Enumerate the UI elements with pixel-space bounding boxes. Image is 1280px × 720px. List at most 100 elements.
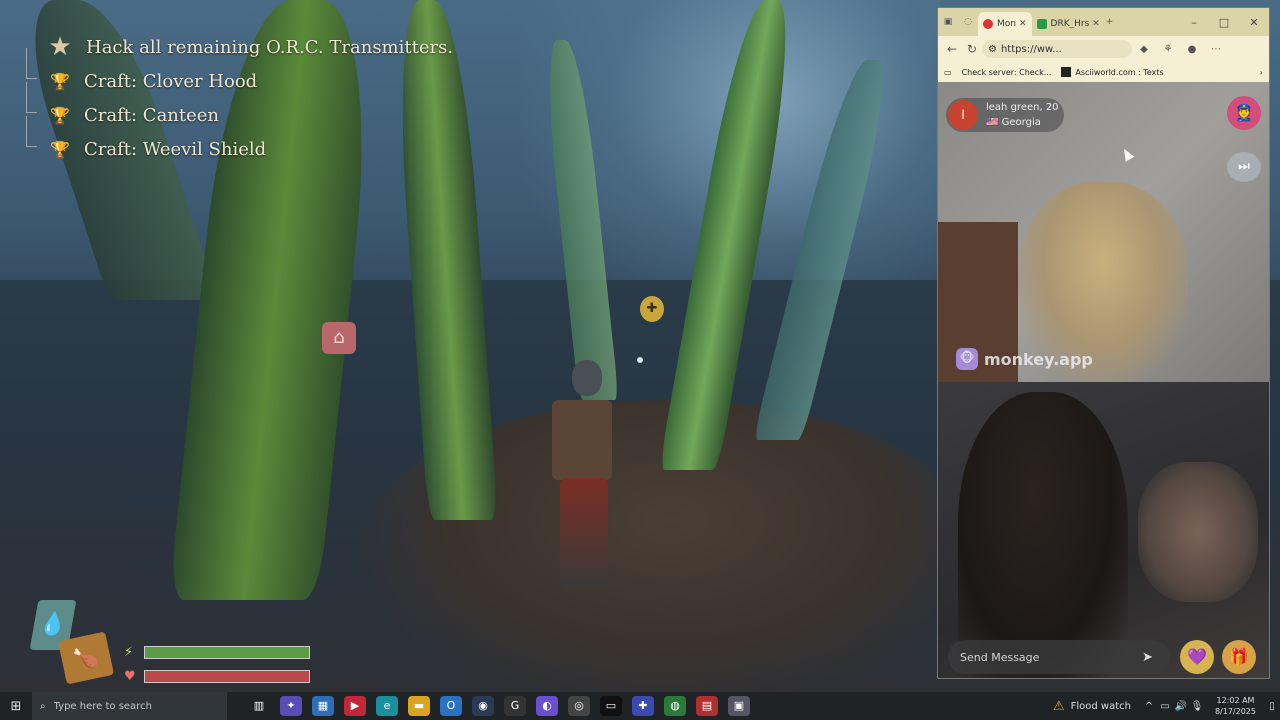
quest-text: Craft: Clover Hood	[84, 70, 258, 92]
local-video	[938, 382, 1269, 678]
extension-icon[interactable]: ◆	[1132, 44, 1156, 55]
brand-text: monkey.app	[984, 349, 1093, 369]
taskbar-apps: ▥ ✦ ▦ ▶ e ▬ O ◉ G ◐ ◎ ▭ ✚ ◍ ▤ ▣	[243, 696, 755, 716]
new-tab-button[interactable]: +	[1100, 17, 1120, 27]
tab-actions-icon[interactable]: ▣	[938, 17, 958, 27]
message-input[interactable]	[958, 649, 1142, 665]
steam-icon[interactable]: ◉	[472, 696, 494, 716]
app-icon[interactable]: ✚	[632, 696, 654, 716]
chevron-right-icon[interactable]: ›	[1260, 68, 1263, 77]
bookmark-item[interactable]: Check server: Check...	[962, 68, 1052, 77]
game-app-icon[interactable]: ▤	[696, 696, 718, 716]
flag-icon: 🇺🇸	[986, 117, 999, 128]
trophy-icon: 🏆	[50, 139, 70, 159]
back-icon[interactable]: ←	[942, 42, 962, 56]
minimize-icon[interactable]: –	[1179, 16, 1209, 29]
windows-start-icon[interactable]: ⊞	[0, 699, 32, 714]
site-info-icon[interactable]: ⚙	[988, 44, 997, 55]
profile-icon[interactable]: ●	[1180, 44, 1204, 55]
tab-bar: ▣ ◌ Mon ✕ DRK_Hrs ✕ + – □ ✕	[938, 8, 1269, 36]
trophy-icon: 🏆	[50, 105, 70, 125]
windows-taskbar: ⊞ ⌕ ▥ ✦ ▦ ▶ e ▬ O ◉ G ◐ ◎ ▭ ✚ ◍ ▤ ▣ ⚠ Fl…	[0, 692, 1280, 720]
taskbar-search[interactable]: ⌕	[32, 692, 227, 720]
outlook-icon[interactable]: O	[440, 696, 462, 716]
file-explorer-icon[interactable]: ▬	[408, 696, 430, 716]
avatar: l	[948, 100, 978, 130]
notification-icon[interactable]: ▯	[1264, 701, 1280, 712]
stamina-row: ⚡	[124, 645, 310, 660]
quest-text: Craft: Weevil Shield	[84, 138, 267, 160]
bookmark-item[interactable]: Asciiworld.com : Texts	[1061, 67, 1164, 77]
copilot-icon[interactable]: ✦	[280, 696, 302, 716]
tab-label: DRK_Hrs	[1050, 19, 1090, 29]
profile-badge[interactable]: l leah green, 20 🇺🇸 Georgia	[946, 98, 1064, 132]
health-bar	[144, 670, 310, 683]
report-button[interactable]: 👮	[1227, 96, 1261, 130]
menu-icon[interactable]: ⋯	[1204, 44, 1228, 55]
chevron-up-icon[interactable]: ^	[1141, 701, 1157, 712]
tab-group-icon[interactable]: ◌	[958, 17, 978, 27]
clock[interactable]: 12:02 AM 8/17/2025	[1215, 695, 1256, 717]
gift-button[interactable]: 🎁	[1222, 640, 1256, 674]
reload-icon[interactable]: ↻	[962, 42, 982, 56]
tab-monkey[interactable]: Mon ✕	[978, 12, 1032, 36]
terminal-icon[interactable]: ▭	[600, 696, 622, 716]
address-bar-row: ← ↻ ⚙ https://ww... ◆ ⚘ ● ⋯	[938, 36, 1269, 62]
quest-text: Craft: Canteen	[84, 104, 220, 126]
browser-window: ▣ ◌ Mon ✕ DRK_Hrs ✕ + – □ ✕ ← ↻ ⚙ https:…	[937, 7, 1270, 679]
youtube-icon[interactable]: ▶	[344, 696, 366, 716]
volume-icon[interactable]: 🔊	[1173, 701, 1189, 712]
stamina-bar	[144, 646, 310, 659]
search-input[interactable]	[51, 699, 206, 713]
quest-item: 🏆 Craft: Clover Hood	[22, 48, 453, 98]
monkey-watermark: 🐵 monkey.app	[956, 348, 1093, 370]
skip-button[interactable]: ⏭	[1227, 152, 1261, 182]
quest-item: ★ Hack all remaining O.R.C. Transmitters…	[22, 30, 453, 64]
close-window-icon[interactable]: ✕	[1239, 16, 1269, 29]
store-icon[interactable]: ▦	[312, 696, 334, 716]
crosshair-dot	[637, 357, 643, 363]
tab-sheets[interactable]: DRK_Hrs ✕	[1032, 12, 1100, 36]
profile-name: leah green, 20	[986, 102, 1059, 113]
close-tab-icon[interactable]: ✕	[1019, 19, 1027, 29]
heart-gift-button[interactable]: 💜	[1180, 640, 1214, 674]
bookmark-tab-icon[interactable]: ▭	[944, 68, 952, 77]
monkey-logo-icon: 🐵	[956, 348, 978, 370]
search-icon: ⌕	[40, 700, 46, 712]
close-tab-icon[interactable]: ✕	[1092, 19, 1099, 29]
bookmarks-bar: ▭ Check server: Check... Asciiworld.com …	[938, 62, 1269, 83]
sheets-icon	[1036, 19, 1047, 29]
clock-time: 12:02 AM	[1216, 696, 1255, 705]
profile-location: Georgia	[1001, 117, 1041, 128]
task-view-icon[interactable]: ▥	[248, 696, 270, 716]
local-person	[958, 392, 1128, 678]
heart-icon: ♥	[124, 669, 136, 684]
url-text: https://ww...	[1000, 43, 1062, 55]
photo-app-icon[interactable]: ▣	[728, 696, 750, 716]
xbox-icon[interactable]: ◍	[664, 696, 686, 716]
weather-text: Flood watch	[1070, 700, 1131, 712]
stamina-fill	[145, 647, 309, 658]
extensions-icon[interactable]: ⚘	[1156, 44, 1180, 55]
quest-item: 🏆 Craft: Weevil Shield	[22, 116, 453, 166]
system-tray: ⚠ Flood watch ^ ▭ 🔊 🎙 12:02 AM 8/17/2025…	[1053, 695, 1280, 717]
tab-label: Mon	[997, 19, 1016, 29]
bookmark-favicon	[1061, 67, 1072, 77]
network-icon[interactable]: ▭	[1157, 701, 1173, 712]
maximize-icon[interactable]: □	[1209, 16, 1239, 29]
message-bar: ➤	[948, 640, 1170, 674]
record-icon	[983, 19, 993, 29]
profile-location-row: 🇺🇸 Georgia	[986, 115, 1059, 130]
trophy-icon: 🏆	[50, 71, 70, 91]
github-icon[interactable]: G	[504, 696, 526, 716]
microphone-icon[interactable]: 🎙	[1189, 701, 1205, 712]
weather-widget[interactable]: ⚠ Flood watch	[1053, 699, 1131, 714]
chrome-icon[interactable]: ◎	[568, 696, 590, 716]
waving-hand	[1138, 462, 1258, 602]
backpack-marker-icon: ✚	[640, 296, 664, 322]
url-field[interactable]: ⚙ https://ww...	[982, 40, 1132, 58]
discord-icon[interactable]: ◐	[536, 696, 558, 716]
send-icon[interactable]: ➤	[1142, 650, 1153, 665]
edge-icon[interactable]: e	[376, 696, 398, 716]
window-controls: – □ ✕	[1179, 16, 1269, 29]
